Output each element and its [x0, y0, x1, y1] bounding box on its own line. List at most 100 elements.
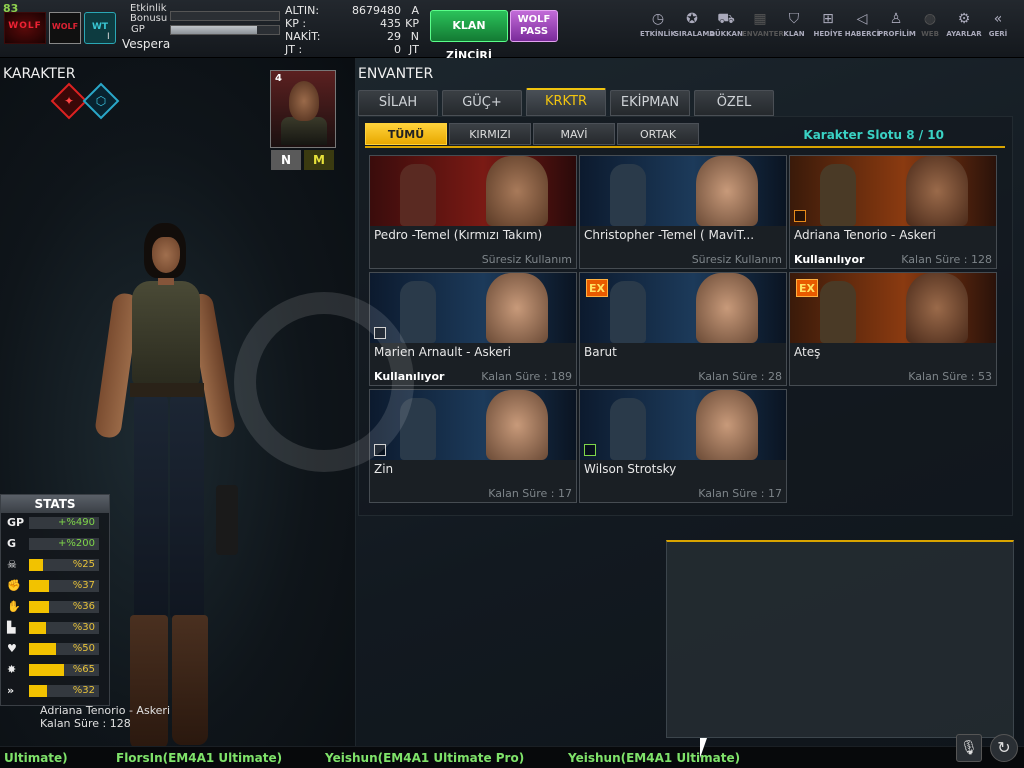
refresh-icon[interactable]: ↻ [990, 734, 1018, 762]
stat-bar: %37 [29, 580, 99, 592]
watermark-logo-icon [234, 292, 414, 472]
menu-dükkan[interactable]: ⛟ DÜKKAN [708, 8, 744, 38]
ticker-item: Yeishun(EM4A1 Ultimate) [568, 751, 741, 765]
clan-logo-secondary[interactable]: WOLF [49, 12, 81, 44]
character-card[interactable]: EX Ateş Kalan Süre : 53 [789, 272, 997, 386]
blue-team-mode-icon[interactable]: ⬡ [82, 82, 120, 120]
character-card[interactable]: Pedro -Temel (Kırmızı Takım) Süresiz Kull… [369, 155, 577, 269]
character-slot-count: Karakter Slotu 8 / 10 [803, 128, 944, 142]
clan-chain-button[interactable]: KLAN ZİNCİRİ [430, 10, 508, 62]
ticker-item: FlorsIn(EM4A1 Ultimate) [116, 751, 283, 765]
stat-bar: %30 [29, 622, 99, 634]
gift-icon: ⊞ [822, 11, 834, 27]
stat-row: » %32 [1, 681, 109, 702]
tab-3[interactable]: EKİPMAN [610, 90, 690, 116]
character-card-duration: Kalan Süre : 189 [481, 370, 572, 383]
shield-icon: ⛉ [788, 11, 800, 27]
profile-icon: ♙ [889, 11, 903, 27]
character-slot-number: 4 [275, 73, 282, 84]
menu-label: HEDİYE [813, 30, 843, 38]
stat-value: +%490 [58, 517, 95, 528]
stat-row: ▙ %30 [1, 618, 109, 639]
character-card-name: Wilson Strotsky [584, 462, 677, 476]
character-card-duration: Kalan Süre : 28 [698, 370, 782, 383]
character-card-name: Christopher -Temel ( MaviT... [584, 228, 755, 242]
stat-bar: %25 [29, 559, 99, 571]
mouse-cursor-icon [700, 738, 707, 758]
globe-icon: ◍ [923, 11, 937, 27]
ex-badge: EX [796, 279, 818, 297]
menu-haberci̇[interactable]: ◁ HABERCİ [844, 8, 880, 38]
rank-badge-icon[interactable]: WT [84, 12, 116, 44]
hand-icon: ✋ [7, 600, 21, 613]
boot-icon: ▙ [7, 621, 16, 634]
m-button[interactable]: M [304, 150, 334, 170]
character-card[interactable]: Adriana Tenorio - Askeri Kullanılıyor Kala… [789, 155, 997, 269]
etkinlik-bonusu-bar [170, 11, 280, 21]
stat-row: ✊ %37 [1, 576, 109, 597]
stats-panel: STATS GP +%490 G +%200 ☠ %25 ✊ %37 ✋ %36 ▙ %30 ♥ %50 ✸… [0, 494, 110, 706]
character-list-area: TÜMÜ KIRMIZI MAVİ ORTAK Karakter Slotu 8 / … [358, 116, 1013, 516]
wolf-pass-button[interactable]: WOLF PASS [510, 10, 558, 42]
menu-label: ETKİNLİK [640, 30, 676, 38]
microphone-icon[interactable]: 🎙 [956, 734, 982, 762]
character-card-duration: Kalan Süre : 17 [698, 487, 782, 500]
fist-icon: ✊ [7, 579, 21, 592]
menu-label: WEB [921, 30, 939, 38]
tab-0[interactable]: SİLAH [358, 90, 438, 116]
stat-row: G +%200 [1, 534, 109, 555]
menu-web[interactable]: ◍ WEB [912, 8, 948, 38]
menu-ayarlar[interactable]: ⚙ AYARLAR [946, 8, 982, 38]
panel-title: KARAKTER [3, 66, 76, 82]
character-caption: Adriana Tenorio - Askeri Kalan Süre : 12… [40, 704, 170, 730]
filter-tab-0[interactable]: TÜMÜ [365, 123, 447, 145]
stat-row: ✋ %36 [1, 597, 109, 618]
character-card-duration: Kalan Süre : 17 [488, 487, 572, 500]
character-card[interactable]: EX Barut Kalan Süre : 28 [579, 272, 787, 386]
n-button[interactable]: N [271, 150, 301, 170]
stat-bar: %32 [29, 685, 99, 697]
filter-tab-3[interactable]: ORTAK [617, 123, 699, 145]
menu-label: GERİ [988, 30, 1008, 38]
selected-character-card[interactable]: 4 [270, 70, 336, 148]
filter-tab-2[interactable]: MAVİ [533, 123, 615, 145]
menu-label: PROFİLİM [878, 30, 916, 38]
character-card[interactable]: Christopher -Temel ( MaviT... Süresiz Kul… [579, 155, 787, 269]
character-card-name: Ateş [794, 345, 821, 359]
menu-geri̇[interactable]: « GERİ [980, 8, 1016, 38]
menu-siralama[interactable]: ✪ SIRALAMA [674, 8, 715, 38]
filter-tab-1[interactable]: KIRMIZI [449, 123, 531, 145]
menu-klan[interactable]: ⛉ KLAN [776, 8, 812, 38]
menu-label: SIRALAMA [674, 30, 715, 38]
stat-value: %25 [72, 559, 95, 570]
tab-2[interactable]: KRKTR [526, 88, 606, 116]
character-card-name: Adriana Tenorio - Askeri [794, 228, 936, 242]
ticker-item: Yeishun(EM4A1 Ultimate Pro) [325, 751, 525, 765]
select-checkbox[interactable] [584, 444, 596, 456]
menu-profi̇li̇m[interactable]: ♙ PROFİLİM [878, 8, 916, 38]
menu-hedi̇ye[interactable]: ⊞ HEDİYE [810, 8, 846, 38]
character-art [790, 273, 996, 343]
tab-1[interactable]: GÜÇ+ [442, 90, 522, 116]
character-art [580, 390, 786, 460]
inventory-panel: ENVANTER SİLAH GÜÇ+ KRKTR EKİPMAN ÖZEL TÜMÜ K… [355, 58, 1024, 748]
burst-icon: ✸ [7, 663, 17, 676]
gp: GP [7, 516, 25, 529]
menu-etki̇nli̇k[interactable]: ◷ ETKİNLİK [640, 8, 676, 38]
etkinlik-bonusu-label: Etkinlik Bonusu [130, 3, 168, 24]
character-card[interactable]: Wilson Strotsky Kalan Süre : 17 [579, 389, 787, 503]
tab-4[interactable]: ÖZEL [694, 90, 774, 116]
currency-row-kp: KP :435 KP [285, 17, 419, 30]
character-detail-box [666, 540, 1014, 738]
megaphone-icon: ◁ [856, 11, 868, 27]
currency-row-jt: JT :0 JT [285, 43, 419, 56]
gp-bar [170, 25, 280, 35]
character-card-name: Barut [584, 345, 617, 359]
character-name: Adriana Tenorio - Askeri [40, 704, 171, 717]
clan-logo-primary[interactable]: WOLF [4, 12, 46, 44]
stat-value: %32 [72, 685, 95, 696]
select-checkbox[interactable] [794, 210, 806, 222]
character-art [580, 273, 786, 343]
menu-envanter[interactable]: ▦ ENVANTER [742, 8, 784, 38]
ticker-item: Ultimate) [4, 751, 68, 765]
